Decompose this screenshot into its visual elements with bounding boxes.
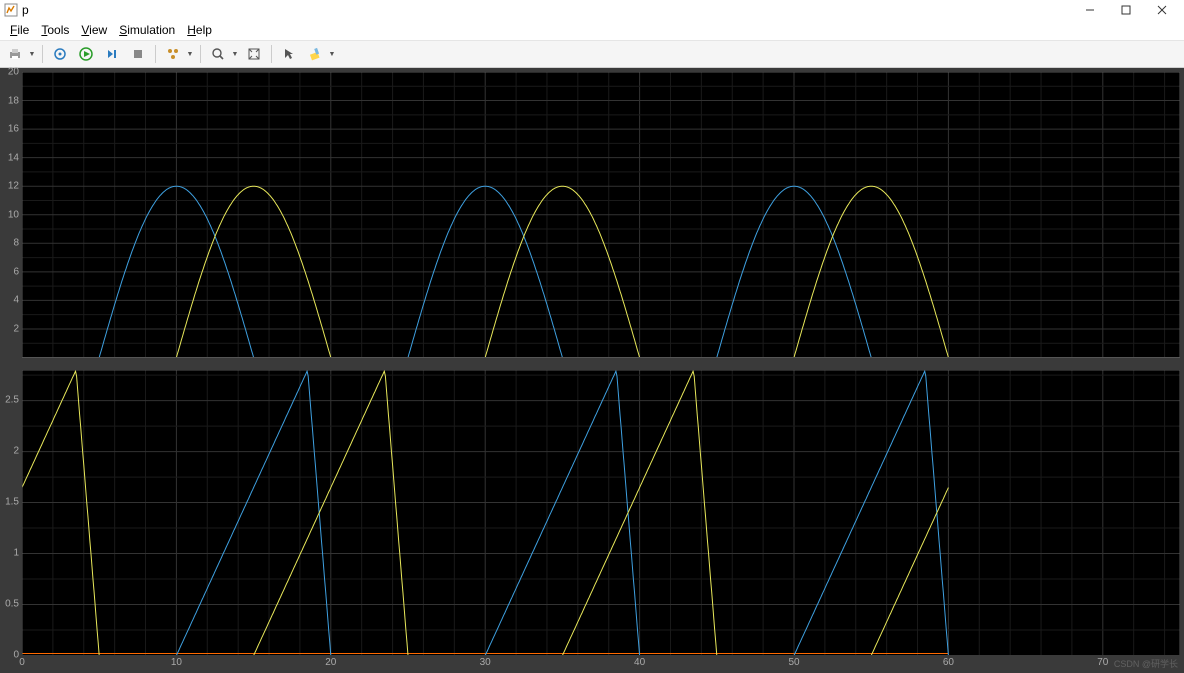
stop-icon[interactable] [127,43,149,65]
run-icon[interactable] [75,43,97,65]
x-tick-label: 20 [325,655,336,668]
app-icon [4,3,18,17]
y-tick-label: 2.5 [5,395,22,406]
x-tick-label: 50 [788,655,799,668]
dropdown-icon[interactable]: ▼ [328,51,336,58]
y-tick-label: 18 [8,95,22,106]
window-title: p [22,3,29,17]
zoom-icon[interactable] [207,43,229,65]
menu-help[interactable]: Help [181,23,218,37]
dropdown-icon[interactable]: ▼ [231,51,239,58]
target-icon[interactable] [49,43,71,65]
watermark: CSDN @研学长 [1114,657,1178,670]
menu-simulation[interactable]: Simulation [113,23,181,37]
y-tick-label: 4 [13,295,22,306]
y-tick-label: 1.5 [5,497,22,508]
separator [271,45,272,63]
maximize-button[interactable] [1108,0,1144,20]
menu-view[interactable]: View [75,23,113,37]
x-tick-label: 70 [1097,655,1108,668]
scope-area: CSDN @研学长 246810121416182000.511.522.501… [0,68,1184,673]
close-button[interactable] [1144,0,1180,20]
menu-tools[interactable]: Tools [35,23,75,37]
menu-file[interactable]: File [4,23,35,37]
y-tick-label: 8 [13,238,22,249]
x-tick-label: 10 [171,655,182,668]
y-tick-label: 14 [8,152,22,163]
cursor-icon[interactable] [278,43,300,65]
minimize-button[interactable] [1072,0,1108,20]
y-tick-label: 20 [8,67,22,78]
step-icon[interactable] [101,43,123,65]
x-tick-label: 40 [634,655,645,668]
dropdown-icon[interactable]: ▼ [28,51,36,58]
toolbar: ▼ ▼ ▼ ▼ [0,41,1184,68]
config-icon[interactable] [162,43,184,65]
separator [42,45,43,63]
plot-2[interactable]: 00.511.522.5010203040506070 [22,370,1180,656]
y-tick-label: 2 [13,446,22,457]
separator [200,45,201,63]
y-tick-label: 2 [13,323,22,334]
menu-bar: File Tools View Simulation Help [0,20,1184,41]
y-tick-label: 6 [13,266,22,277]
x-tick-label: 0 [19,655,25,668]
plot-1[interactable]: 2468101214161820 [22,72,1180,358]
y-tick-label: 12 [8,181,22,192]
highlight-icon[interactable] [304,43,326,65]
autoscale-icon[interactable] [243,43,265,65]
separator [155,45,156,63]
y-tick-label: 1 [13,548,22,559]
y-tick-label: 0.5 [5,599,22,610]
window-buttons [1072,0,1180,20]
x-tick-label: 60 [943,655,954,668]
dropdown-icon[interactable]: ▼ [186,51,194,58]
y-tick-label: 10 [8,209,22,220]
title-bar: p [0,0,1184,20]
print-icon[interactable] [4,43,26,65]
x-tick-label: 30 [480,655,491,668]
y-tick-label: 16 [8,124,22,135]
